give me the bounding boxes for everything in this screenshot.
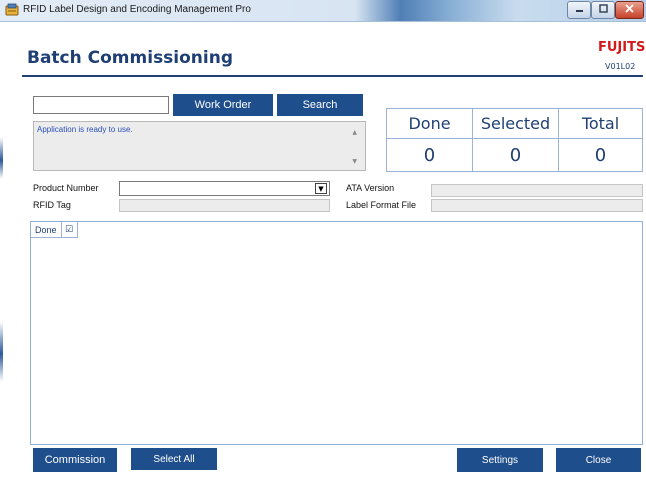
tags-grid[interactable]: Done ☑: [30, 221, 643, 445]
version-label: V01L02: [605, 62, 636, 71]
scroll-up-icon[interactable]: ▲: [352, 129, 357, 136]
scroll-down-icon[interactable]: ▼: [352, 158, 357, 165]
search-button[interactable]: Search: [277, 94, 363, 116]
product-number-label: Product Number: [33, 183, 99, 193]
done-counter-label: Done: [387, 109, 472, 139]
ata-version-field: [431, 184, 643, 197]
total-counter-label: Total: [559, 109, 642, 139]
select-all-button[interactable]: Select All: [131, 448, 217, 470]
label-format-file-field: [431, 199, 643, 212]
window-left-edge: [0, 22, 3, 483]
done-counter: Done 0: [387, 109, 473, 171]
ata-version-label: ATA Version: [346, 183, 395, 193]
settings-button[interactable]: Settings: [457, 448, 543, 472]
header-divider: [22, 75, 643, 77]
minimize-button[interactable]: [567, 1, 591, 19]
grid-column-header-select-all-checkbox[interactable]: ☑: [61, 222, 78, 238]
done-counter-value: 0: [423, 145, 436, 166]
window-titlebar[interactable]: RFID Label Design and Encoding Managemen…: [0, 0, 646, 22]
selected-counter: Selected 0: [473, 109, 559, 171]
maximize-button[interactable]: [591, 1, 615, 19]
grid-header: Done ☑: [31, 222, 78, 238]
selected-counter-value: 0: [509, 145, 522, 166]
chevron-down-icon[interactable]: ▼: [315, 183, 327, 194]
selected-counter-label: Selected: [473, 109, 558, 139]
status-message: Application is ready to use.: [37, 125, 133, 134]
total-counter: Total 0: [559, 109, 642, 171]
rfid-tag-label: RFID Tag: [33, 200, 71, 210]
minimize-icon: [575, 4, 584, 16]
label-format-file-label: Label Format File: [346, 200, 417, 210]
product-number-select[interactable]: ▼: [119, 181, 330, 196]
work-order-button[interactable]: Work Order: [173, 94, 273, 116]
page-title: Batch Commissioning: [27, 48, 234, 68]
grid-column-header-done[interactable]: Done: [31, 222, 62, 238]
rfid-tag-field: [119, 199, 330, 212]
commission-button[interactable]: Commission: [33, 448, 117, 472]
counters-panel: Done 0 Selected 0 Total 0: [386, 108, 643, 172]
window-title: RFID Label Design and Encoding Managemen…: [23, 4, 251, 15]
work-order-input[interactable]: [33, 96, 169, 114]
status-message-box[interactable]: Application is ready to use. ▲ ▼: [33, 121, 366, 171]
total-counter-value: 0: [594, 145, 607, 166]
brand-logo: FUJITSU: [598, 40, 646, 55]
rfid-app-icon: [5, 3, 19, 17]
close-window-button[interactable]: [615, 1, 644, 19]
maximize-icon: [598, 4, 608, 16]
close-button[interactable]: Close: [556, 448, 641, 472]
close-icon: [625, 4, 634, 16]
